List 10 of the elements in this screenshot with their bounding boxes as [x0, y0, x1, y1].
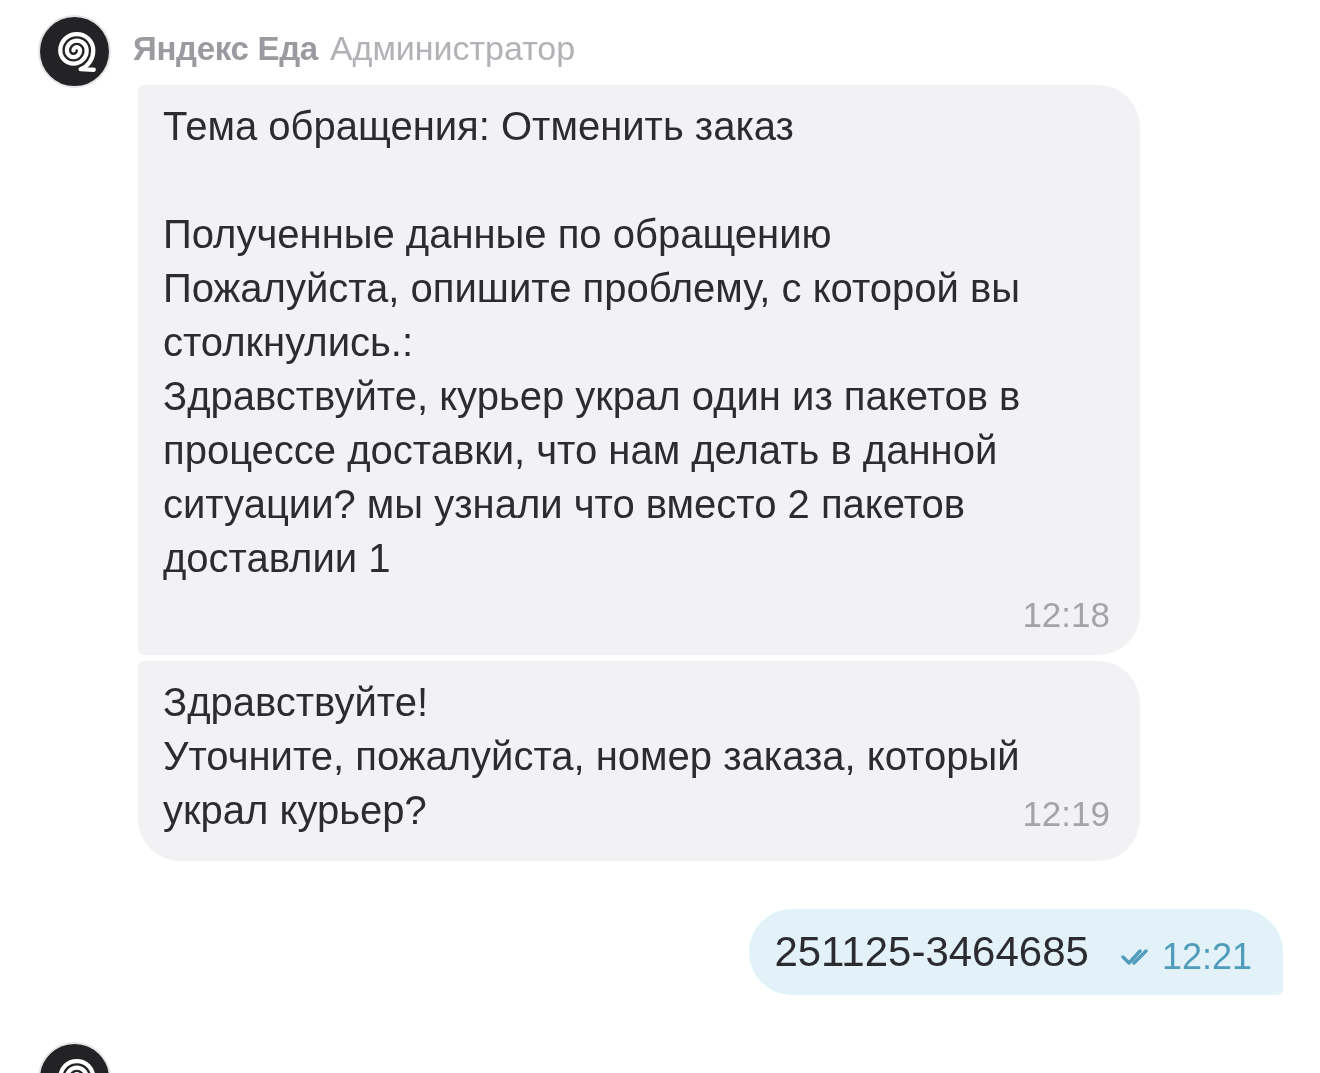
message-text: Здравствуйте! Уточните, пожалуйста, номер заказа, который украл курьер?: [163, 680, 1020, 832]
message-time: 12:21: [1161, 937, 1252, 977]
spiral-avatar-icon: [38, 1042, 111, 1073]
message-time: 12:19: [1022, 793, 1110, 835]
spiral-avatar-icon: [38, 15, 111, 88]
sender-role: Администратор: [329, 29, 576, 67]
message-text: Тема обращения: Отменить заказ Полученные данные по обращению Пожалуйста, опишите проблему, с которой вы столкнулись.: Здравствуйте, курьер украл один из пакетов в процессе доставки, что нам делать в данной ситуации? мы узнали что вместо 2 пакетов доставлии 1: [163, 103, 1022, 582]
message-time: 12:18: [1021, 595, 1110, 635]
message-text: 251125-3464685: [774, 927, 1089, 977]
sender-name: Яндекс Еда: [133, 30, 318, 67]
